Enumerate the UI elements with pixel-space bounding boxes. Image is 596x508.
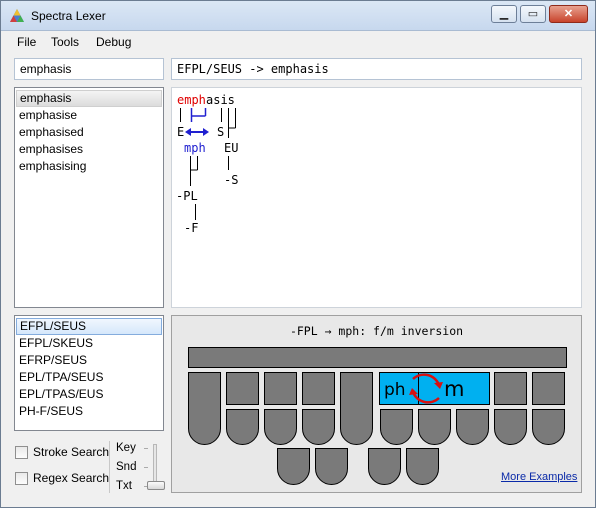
key-b-lower[interactable]	[418, 409, 451, 445]
key-r[interactable]	[494, 372, 527, 405]
more-examples-link[interactable]: More Examples	[501, 471, 577, 483]
graph-connectors	[180, 108, 236, 220]
steno-board[interactable]: -FPL → mph: f/m inversion ph m More Exam…	[171, 315, 582, 493]
word-list[interactable]: emphasis emphasise emphasised emphasises…	[14, 87, 164, 308]
key-asterisk[interactable]	[340, 372, 373, 445]
number-bar-key[interactable]	[188, 347, 567, 368]
close-button[interactable]: ✕	[549, 5, 588, 23]
slider-tick	[144, 467, 148, 468]
slider-tick	[144, 448, 148, 449]
options-divider	[109, 441, 110, 493]
translation-display[interactable]: EFPL/SEUS -> emphasis	[171, 58, 582, 80]
graph-node-pl[interactable]: -PL	[176, 189, 198, 203]
graph-node-s-final[interactable]: -S	[224, 173, 238, 187]
regex-search-label[interactable]: Regex Search	[33, 471, 109, 485]
search-input[interactable]	[14, 58, 164, 80]
close-icon: ✕	[563, 8, 574, 20]
list-item[interactable]: EPL/TPA/SEUS	[15, 369, 163, 386]
stroke-list[interactable]: EFPL/SEUS EFPL/SKEUS EFRP/SEUS EPL/TPA/S…	[14, 315, 164, 431]
maximize-icon: ▭	[527, 8, 539, 20]
graph-node-f[interactable]: -F	[184, 221, 198, 235]
app-icon	[10, 9, 24, 22]
key-o[interactable]	[315, 448, 348, 485]
list-item[interactable]: EFPL/SEUS	[16, 318, 162, 335]
graph-node-e[interactable]: E	[177, 125, 184, 139]
stroke-search-label[interactable]: Stroke Search	[33, 445, 109, 459]
key-s[interactable]	[188, 372, 221, 445]
key-label-ph: ph	[384, 380, 406, 400]
key-g-lower[interactable]	[456, 409, 489, 445]
menu-debug[interactable]: Debug	[96, 35, 131, 49]
key-t[interactable]	[226, 372, 259, 405]
list-item[interactable]: emphasis	[16, 90, 162, 107]
key-w[interactable]	[264, 409, 297, 445]
key-z[interactable]	[532, 409, 565, 445]
key-t-right[interactable]	[532, 372, 565, 405]
key-a[interactable]	[277, 448, 310, 485]
graph-word-highlight[interactable]: emph	[177, 93, 206, 107]
key-label-m: m	[444, 377, 464, 401]
list-item[interactable]: EFPL/SKEUS	[15, 335, 163, 352]
minimize-button[interactable]: ▁	[491, 5, 517, 23]
title-bar[interactable]: Spectra Lexer ▁ ▭ ✕	[1, 1, 595, 31]
graph-canvas: emph asis E S mph EU -S -PL -F	[176, 93, 238, 235]
graph-word-rest[interactable]: asis	[206, 93, 235, 107]
minimize-icon: ▁	[499, 8, 509, 20]
key-p[interactable]	[264, 372, 297, 405]
inversion-arrow-icon	[185, 128, 209, 136]
key-h[interactable]	[302, 372, 335, 405]
graph-node-s[interactable]: S	[217, 125, 224, 139]
list-item[interactable]: EPL/TPAS/EUS	[15, 386, 163, 403]
key-r-lower[interactable]	[380, 409, 413, 445]
main-window: Spectra Lexer ▁ ▭ ✕ File Tools Debug EFP…	[0, 0, 596, 508]
list-item[interactable]: emphasising	[15, 158, 163, 175]
regex-search-checkbox[interactable]	[15, 472, 28, 485]
graph-inversion-bracket	[190, 108, 207, 122]
list-item[interactable]: emphasises	[15, 141, 163, 158]
menu-tools[interactable]: Tools	[51, 35, 79, 49]
slider-thumb[interactable]	[147, 481, 165, 490]
graph-node-mph[interactable]: mph	[184, 141, 206, 155]
key-r-left[interactable]	[302, 409, 335, 445]
list-item[interactable]: EFRP/SEUS	[15, 352, 163, 369]
stroke-search-checkbox[interactable]	[15, 446, 28, 459]
key-k[interactable]	[226, 409, 259, 445]
key-u[interactable]	[406, 448, 439, 485]
list-item[interactable]: emphasised	[15, 124, 163, 141]
graph-node-eu[interactable]: EU	[224, 141, 238, 155]
list-item[interactable]: emphasise	[15, 107, 163, 124]
slider-label-snd: Snd	[116, 461, 137, 473]
menu-file[interactable]: File	[17, 35, 36, 49]
window-title: Spectra Lexer	[31, 9, 106, 23]
menu-bar: File Tools Debug	[1, 32, 595, 52]
list-item[interactable]: PH-F/SEUS	[15, 403, 163, 420]
key-s-lower[interactable]	[494, 409, 527, 445]
maximize-button[interactable]: ▭	[520, 5, 546, 23]
key-e[interactable]	[368, 448, 401, 485]
board-canvas: ph m	[188, 347, 567, 485]
slider-label-key: Key	[116, 442, 136, 454]
breakdown-graph[interactable]: emph asis E S mph EU -S -PL -F	[171, 87, 582, 308]
slider-label-txt: Txt	[116, 480, 132, 492]
